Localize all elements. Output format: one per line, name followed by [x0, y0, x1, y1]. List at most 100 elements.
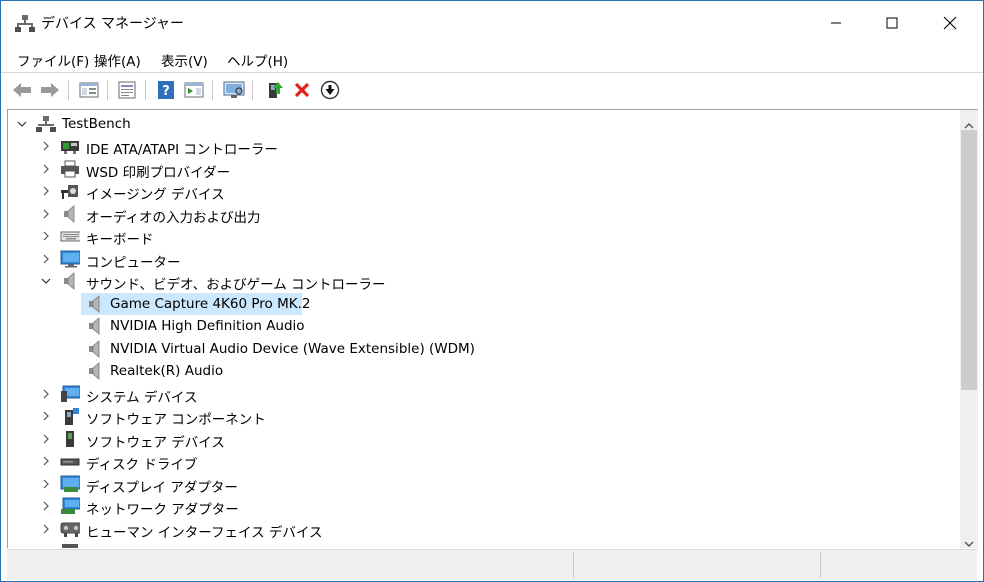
chevron-down-icon[interactable] [41, 276, 51, 286]
chevron-right-icon[interactable] [41, 141, 51, 151]
update-driver-icon[interactable] [262, 78, 286, 102]
tree-item-computer[interactable]: コンピューター [8, 248, 959, 271]
hid-icon [60, 520, 80, 538]
camera-icon [60, 182, 80, 200]
chevron-down-icon[interactable] [17, 119, 27, 129]
chevron-right-icon[interactable] [41, 389, 51, 399]
ide-controller-icon [60, 137, 80, 155]
scroll-down-icon[interactable] [964, 533, 974, 548]
tree-item-sound-video-game[interactable]: サウンド、ビデオ、およびゲーム コントローラー [8, 270, 959, 293]
tree-item-label: ディスク ドライブ [86, 457, 198, 473]
keyboard-icon [60, 227, 80, 245]
tree-item-system-devices[interactable]: システム デバイス [8, 383, 959, 406]
disk-drive-icon [60, 452, 80, 470]
tree-item-label: ヒューマン インターフェイス デバイス [86, 525, 323, 541]
computer-icon [60, 250, 80, 268]
status-bar [7, 549, 977, 580]
menu-action[interactable]: 操作(A) [94, 50, 141, 70]
chevron-right-icon[interactable] [41, 186, 51, 196]
chevron-right-icon[interactable] [41, 411, 51, 421]
device-item-label: NVIDIA High Definition Audio [110, 318, 305, 334]
title-bar[interactable]: デバイス マネージャー [1, 1, 983, 45]
speaker-icon [60, 272, 80, 290]
speaker-icon [85, 362, 105, 380]
tree-item-label: システム デバイス [86, 390, 198, 406]
chevron-right-icon[interactable] [41, 501, 51, 511]
menu-view[interactable]: 表示(V) [161, 50, 208, 70]
toolbar: ? [1, 72, 983, 107]
tree-item-label: サウンド、ビデオ、およびゲーム コントローラー [86, 277, 386, 293]
tree-item-label: ディスプレイ アダプター [86, 480, 238, 496]
tree-item-label: IDE ATA/ATAPI コントローラー [86, 142, 278, 158]
speaker-icon [85, 317, 105, 335]
software-component-icon [60, 407, 80, 425]
network-adapter-icon [60, 497, 80, 515]
tree-item-partial[interactable] [8, 540, 959, 548]
chevron-right-icon[interactable] [41, 231, 51, 241]
forward-arrow-icon[interactable] [38, 78, 62, 102]
menu-help[interactable]: ヘルプ(H) [227, 50, 288, 70]
device-item-label: NVIDIA Virtual Audio Device (Wave Extens… [110, 341, 475, 357]
tree-root-label: TestBench [62, 116, 131, 132]
back-arrow-icon[interactable] [10, 78, 34, 102]
scrollbar-thumb[interactable] [961, 130, 977, 390]
tree-item-label: キーボード [86, 232, 154, 248]
show-hide-tree-icon[interactable] [77, 78, 101, 102]
tree-item-label: イメージング デバイス [86, 187, 225, 203]
tree-item-imaging[interactable]: イメージング デバイス [8, 180, 959, 203]
chevron-right-icon[interactable] [41, 456, 51, 466]
chevron-right-icon[interactable] [41, 209, 51, 219]
computer-tree-icon [36, 115, 56, 133]
window-title: デバイス マネージャー [41, 16, 185, 32]
chevron-right-icon[interactable] [41, 479, 51, 489]
tree-item-label: WSD 印刷プロバイダー [86, 165, 231, 181]
system-device-icon [60, 385, 80, 403]
uninstall-icon[interactable] [290, 78, 314, 102]
device-item-game-capture[interactable]: Game Capture 4K60 Pro MK.2 [81, 293, 310, 315]
device-item-label: Game Capture 4K60 Pro MK.2 [110, 296, 311, 312]
tree-item-label: コンピューター [86, 255, 181, 271]
chevron-right-icon[interactable] [41, 434, 51, 444]
properties-icon[interactable] [115, 78, 139, 102]
menu-file[interactable]: ファイル(F) [17, 50, 89, 70]
tree-item-software-devices[interactable]: ソフトウェア デバイス [8, 428, 959, 451]
software-device-icon [60, 430, 80, 448]
action-pane-icon[interactable] [182, 78, 206, 102]
tree-item-keyboard[interactable]: キーボード [8, 225, 959, 248]
close-button[interactable] [921, 1, 979, 45]
device-item-realtek-audio[interactable]: Realtek(R) Audio [81, 360, 781, 382]
tree-item-label: ソフトウェア デバイス [86, 435, 225, 451]
chevron-right-icon[interactable] [41, 164, 51, 174]
chevron-right-icon[interactable] [41, 524, 51, 534]
help-icon[interactable]: ? [154, 78, 178, 102]
tree-item-network-adapters[interactable]: ネットワーク アダプター [8, 495, 959, 518]
maximize-button[interactable] [863, 1, 921, 45]
vertical-scrollbar[interactable] [960, 110, 978, 548]
device-manager-window: デバイス マネージャー ファイル(F) 操作(A) 表示(V) ヘルプ(H) ?… [0, 0, 984, 582]
scan-hardware-icon[interactable] [222, 78, 246, 102]
speaker-icon [60, 205, 80, 223]
tree-item-label: ネットワーク アダプター [86, 502, 239, 518]
tree-root[interactable]: TestBench [8, 113, 959, 135]
tree-item-hid[interactable]: ヒューマン インターフェイス デバイス [8, 518, 959, 541]
device-item-nvidia-hda[interactable]: NVIDIA High Definition Audio [81, 315, 781, 337]
minimize-button[interactable] [807, 1, 865, 45]
tree-item-wsd-print[interactable]: WSD 印刷プロバイダー [8, 158, 959, 181]
menu-bar: ファイル(F) 操作(A) 表示(V) ヘルプ(H) [1, 45, 983, 71]
tree-item-label: ソフトウェア コンポーネント [86, 412, 266, 428]
printer-icon [60, 160, 80, 178]
speaker-icon [85, 340, 105, 358]
tree-item-disk-drives[interactable]: ディスク ドライブ [8, 450, 959, 473]
device-icon [60, 542, 80, 548]
display-adapter-icon [60, 475, 80, 493]
svg-text:?: ? [162, 84, 170, 99]
device-manager-icon [15, 14, 35, 32]
device-tree[interactable]: TestBench IDE ATA/ATAPI コントローラー WSD 印刷プロ… [7, 109, 978, 548]
chevron-right-icon[interactable] [41, 254, 51, 264]
tree-item-display-adapters[interactable]: ディスプレイ アダプター [8, 473, 959, 496]
tree-item-ide[interactable]: IDE ATA/ATAPI コントローラー [8, 135, 959, 158]
device-item-nvidia-virtual-audio[interactable]: NVIDIA Virtual Audio Device (Wave Extens… [81, 338, 781, 360]
tree-item-audio-io[interactable]: オーディオの入力および出力 [8, 203, 959, 226]
disable-device-icon[interactable] [318, 78, 342, 102]
tree-item-software-components[interactable]: ソフトウェア コンポーネント [8, 405, 959, 428]
